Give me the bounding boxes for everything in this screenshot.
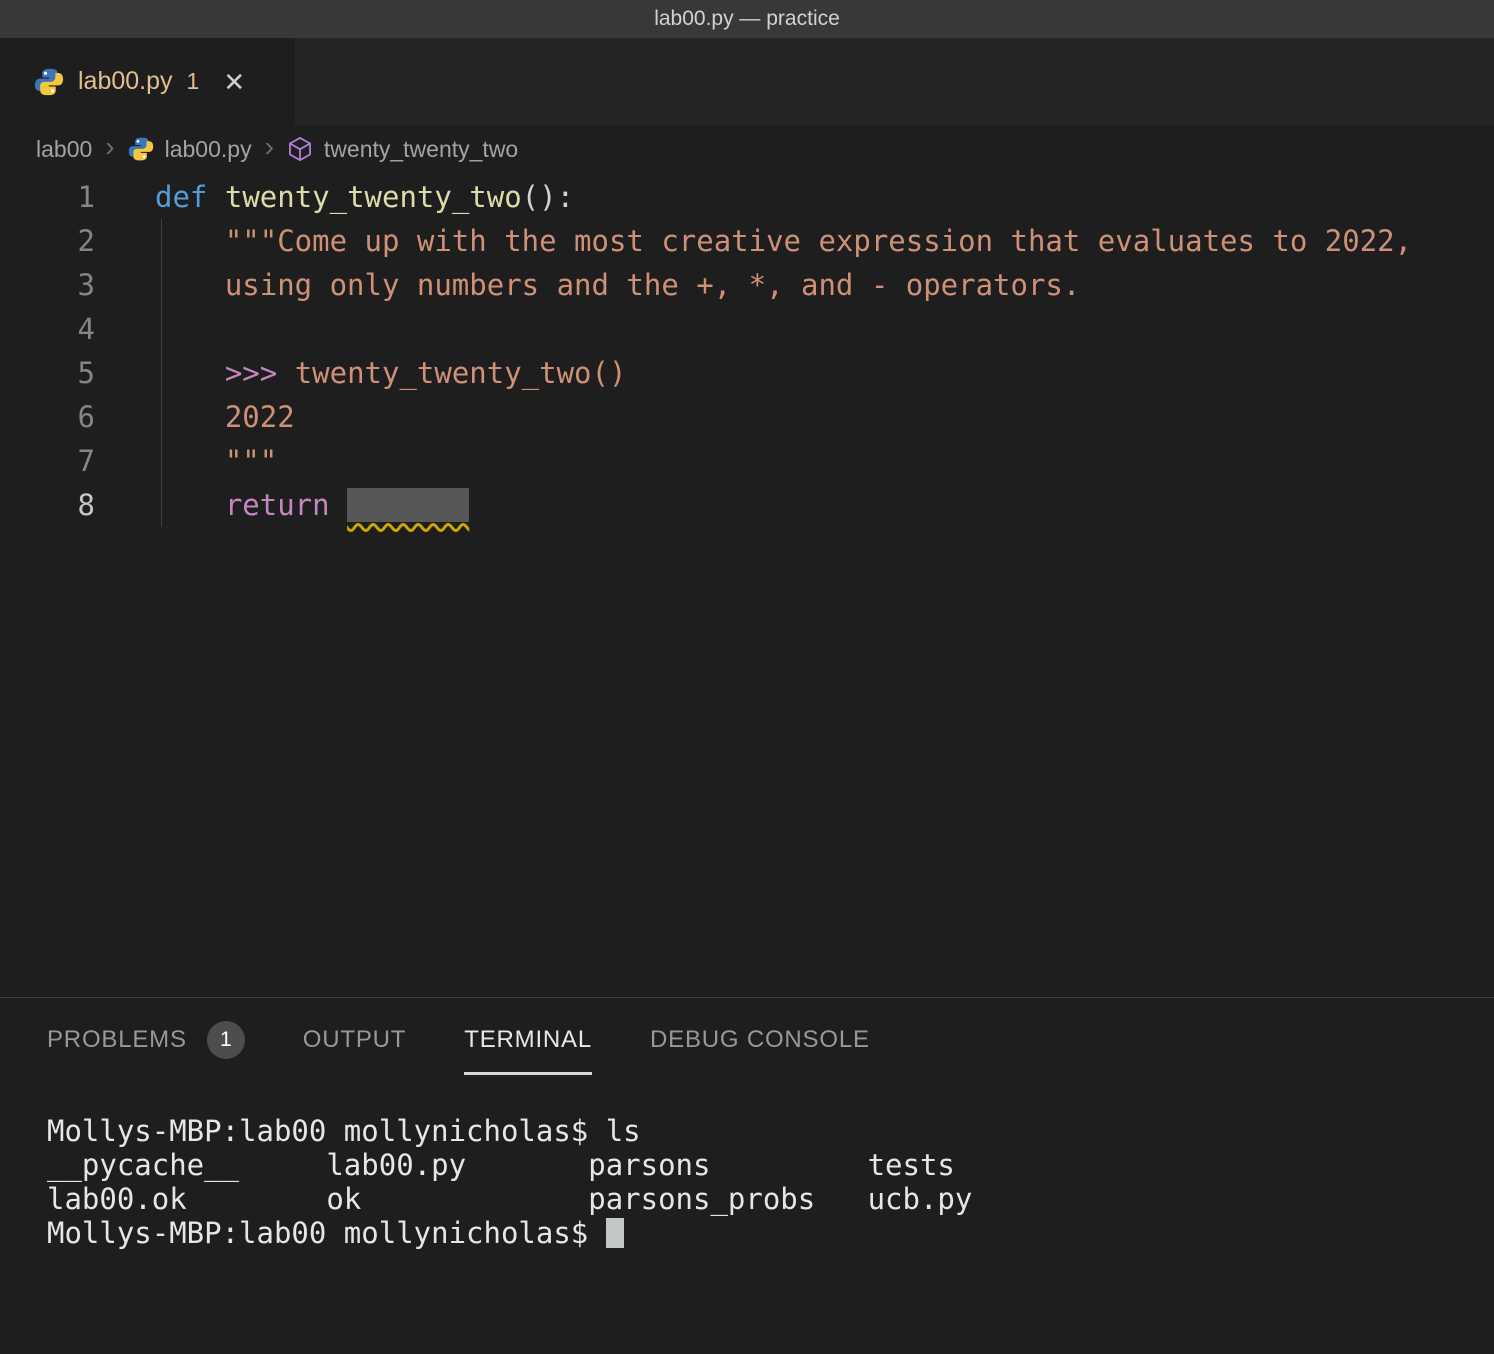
- code-lines: 1def twenty_twenty_two():2 """Come up wi…: [0, 175, 1494, 527]
- breadcrumb-item-folder[interactable]: lab00: [36, 136, 92, 163]
- terminal-line-text: Mollys-MBP:lab00 mollynicholas$: [47, 1216, 606, 1250]
- code-token: 2022: [155, 400, 295, 434]
- python-icon: [128, 136, 154, 162]
- code-line: 1def twenty_twenty_two():: [0, 175, 1494, 219]
- chevron-right-icon: ›: [103, 133, 116, 165]
- vscode-window: lab00.py — practice lab00.py 1 ✕ lab00 ›: [0, 0, 1494, 1354]
- window-title: lab00.py — practice: [654, 7, 840, 31]
- code-token: [330, 488, 347, 522]
- code-token: ():: [522, 180, 574, 214]
- terminal-line: Mollys-MBP:lab00 mollynicholas$ ls: [47, 1114, 1494, 1148]
- python-icon: [34, 67, 64, 97]
- terminal-line: lab00.ok ok parsons_probs ucb.py: [47, 1182, 1494, 1216]
- terminal-line-text: __pycache__ lab00.py parsons tests: [47, 1148, 955, 1182]
- line-number: 8: [0, 483, 95, 527]
- code-line-text[interactable]: """: [95, 439, 277, 483]
- code-token: twenty_twenty_two: [225, 180, 522, 214]
- code-line: 3 using only numbers and the +, *, and -…: [0, 263, 1494, 307]
- code-line-text[interactable]: [95, 307, 155, 351]
- output-tab-label: OUTPUT: [303, 1026, 406, 1054]
- code-line: 8 return: [0, 483, 1494, 527]
- terminal-tab-label: TERMINAL: [464, 1026, 592, 1054]
- code-line: 6 2022: [0, 395, 1494, 439]
- line-number: 3: [0, 263, 95, 307]
- code-token: [207, 180, 224, 214]
- terminal-cursor: [606, 1218, 624, 1248]
- tab-output[interactable]: OUTPUT: [303, 1005, 406, 1075]
- code-token: >>>: [225, 356, 295, 390]
- code-line: 2 """Come up with the most creative expr…: [0, 219, 1494, 263]
- code-line-text[interactable]: def twenty_twenty_two():: [95, 175, 574, 219]
- panel-tab-bar: PROBLEMS 1 OUTPUT TERMINAL DEBUG CONSOLE: [0, 998, 1494, 1082]
- debug-console-tab-label: DEBUG CONSOLE: [650, 1026, 870, 1054]
- code-editor[interactable]: 1def twenty_twenty_two():2 """Come up wi…: [0, 173, 1494, 997]
- bottom-panel: PROBLEMS 1 OUTPUT TERMINAL DEBUG CONSOLE…: [0, 997, 1494, 1354]
- tab-problems[interactable]: PROBLEMS 1: [47, 1005, 245, 1075]
- terminal-line-text: Mollys-MBP:lab00 mollynicholas$ ls: [47, 1114, 641, 1148]
- tab-bar: lab00.py 1 ✕: [0, 38, 1494, 125]
- symbol-namespace-icon: [287, 136, 313, 162]
- code-line-text[interactable]: 2022: [95, 395, 295, 439]
- code-token: using only numbers and the +, *, and - o…: [155, 268, 1080, 302]
- breadcrumb-item-file[interactable]: lab00.py: [165, 136, 252, 163]
- code-token: [155, 356, 225, 390]
- line-number: 2: [0, 219, 95, 263]
- code-line-text[interactable]: return: [95, 483, 469, 527]
- close-icon[interactable]: ✕: [223, 69, 245, 95]
- line-number: 1: [0, 175, 95, 219]
- terminal-line-text: lab00.ok ok parsons_probs ucb.py: [47, 1182, 972, 1216]
- tab-debug-console[interactable]: DEBUG CONSOLE: [650, 1005, 870, 1075]
- line-number: 7: [0, 439, 95, 483]
- terminal[interactable]: Mollys-MBP:lab00 mollynicholas$ ls__pyca…: [0, 1082, 1494, 1354]
- code-token: """: [155, 444, 277, 478]
- code-line-text[interactable]: using only numbers and the +, *, and - o…: [95, 263, 1080, 307]
- problems-count-badge: 1: [207, 1021, 245, 1059]
- code-line-text[interactable]: """Come up with the most creative expres…: [95, 219, 1412, 263]
- code-line-text[interactable]: >>> twenty_twenty_two(): [95, 351, 626, 395]
- code-line: 4: [0, 307, 1494, 351]
- code-token: """Come up with the most creative expres…: [155, 224, 1412, 258]
- code-token: def: [155, 180, 207, 214]
- code-line: 5 >>> twenty_twenty_two(): [0, 351, 1494, 395]
- tab-lab00py[interactable]: lab00.py 1 ✕: [0, 38, 295, 125]
- terminal-line: __pycache__ lab00.py parsons tests: [47, 1148, 1494, 1182]
- tab-terminal[interactable]: TERMINAL: [464, 1005, 592, 1075]
- chevron-right-icon: ›: [263, 133, 276, 165]
- terminal-line: Mollys-MBP:lab00 mollynicholas$: [47, 1216, 1494, 1250]
- tab-label: lab00.py: [78, 67, 173, 96]
- selected-placeholder: [347, 488, 469, 522]
- breadcrumb-item-symbol[interactable]: twenty_twenty_two: [324, 136, 518, 163]
- tab-problem-badge: 1: [187, 68, 200, 95]
- code-token: [155, 488, 225, 522]
- line-number: 4: [0, 307, 95, 351]
- code-token: return: [225, 488, 330, 522]
- problems-tab-label: PROBLEMS: [47, 1026, 187, 1054]
- breadcrumb: lab00 › lab00.py › twenty_twenty_two: [0, 125, 1494, 173]
- code-line: 7 """: [0, 439, 1494, 483]
- indent-guide: [161, 219, 162, 527]
- line-number: 5: [0, 351, 95, 395]
- code-token: twenty_twenty_two(): [295, 356, 627, 390]
- window-titlebar: lab00.py — practice: [0, 0, 1494, 38]
- line-number: 6: [0, 395, 95, 439]
